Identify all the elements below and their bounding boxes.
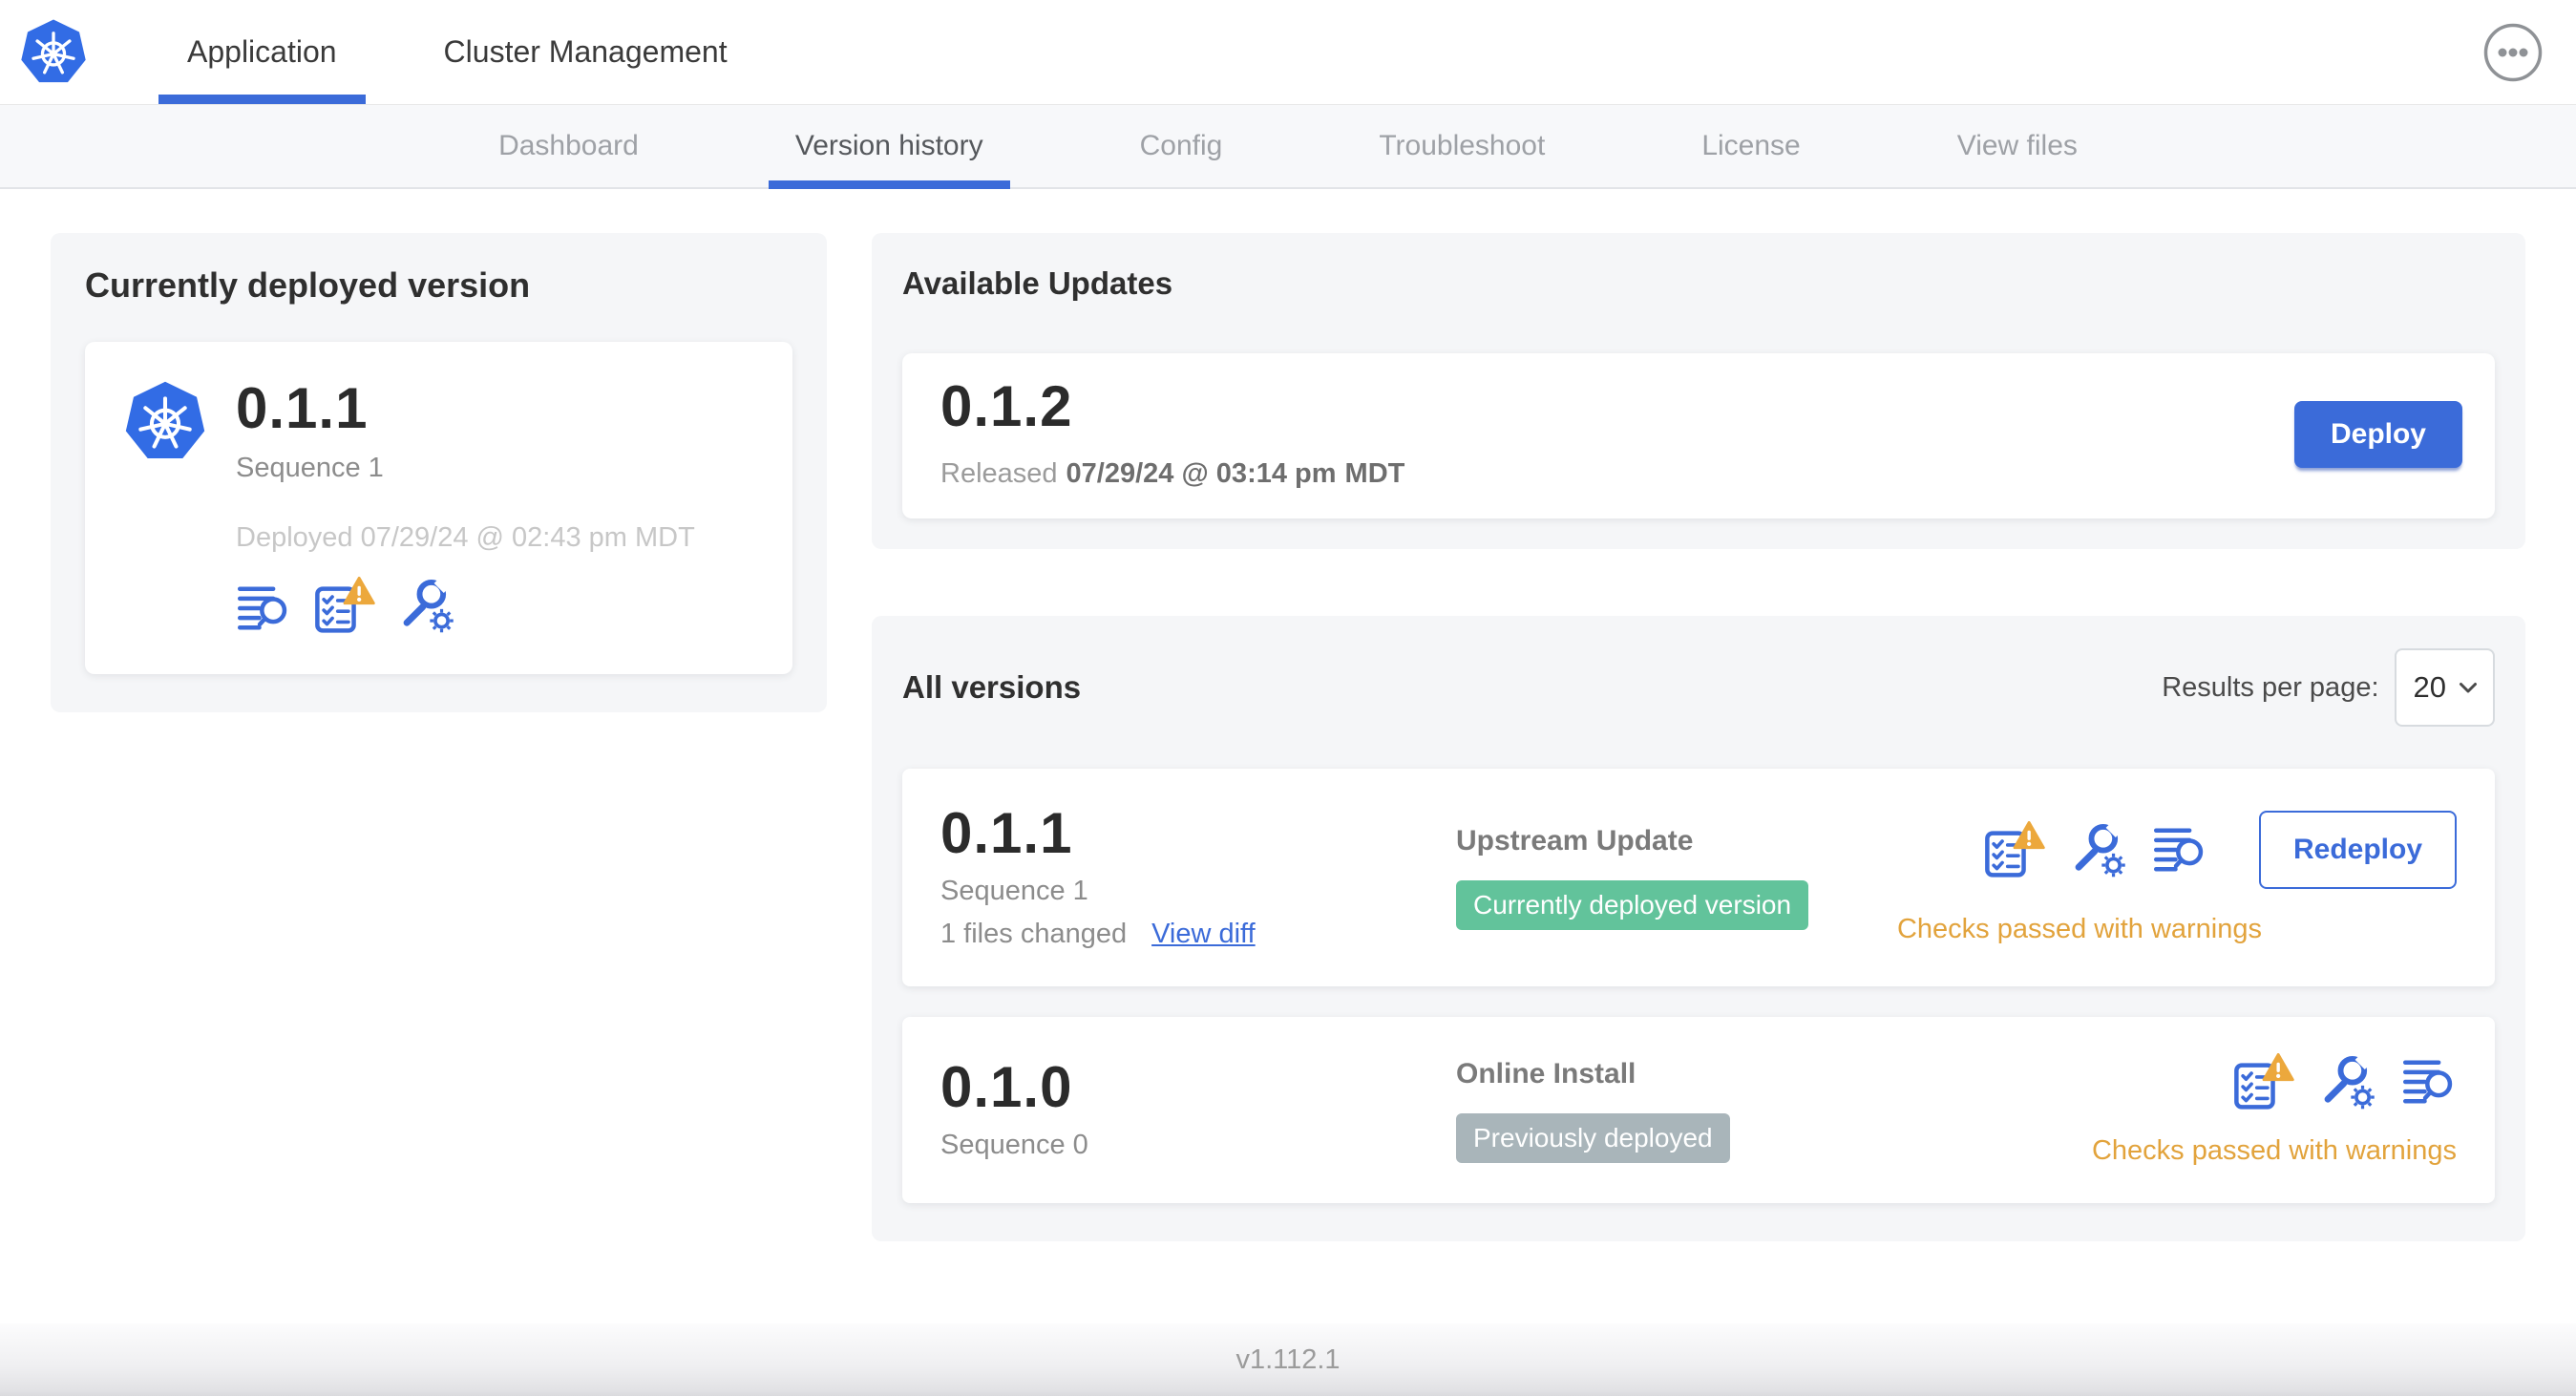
section-nav: Dashboard Version history Config Trouble… xyxy=(0,105,2576,189)
update-row: 0.1.2 Released 07/29/24 @ 03:14 pm MDT D… xyxy=(902,353,2495,518)
console-version: v1.112.1 xyxy=(1235,1343,1341,1375)
all-versions-header: All versions Results per page: 20 xyxy=(902,648,2495,727)
version-number: 0.1.0 xyxy=(940,1055,1073,1119)
source-label: Online Install xyxy=(1456,1057,1636,1089)
currently-deployed-card: Currently deployed version 0.1.1 Sequenc… xyxy=(51,233,827,712)
version-row-0-1-1: 0.1.1 Sequence 1 1 files changed View di… xyxy=(902,769,2495,986)
current-version-sequence: Sequence 1 xyxy=(236,453,384,483)
version-info: 0.1.0 Sequence 0 xyxy=(940,1059,1456,1161)
available-updates-card: Available Updates 0.1.2 Released 07/29/2… xyxy=(872,233,2525,549)
logs-icon[interactable] xyxy=(2152,824,2207,876)
wrench-gear-icon[interactable] xyxy=(2070,821,2127,878)
version-actions: Checks passed with warnings xyxy=(2092,1053,2457,1167)
current-version-card: 0.1.1 Sequence 1 Deployed 07/29/24 @ 02:… xyxy=(85,342,792,674)
deployed-status-badge: Previously deployed xyxy=(1456,1112,1730,1163)
version-sequence: Sequence 0 xyxy=(940,1130,1088,1160)
version-actions: Redeploy Checks passed with warnings xyxy=(1896,810,2457,945)
tab-license[interactable]: License xyxy=(1675,105,1826,187)
version-sequence: Sequence 1 xyxy=(940,876,1088,906)
chevron-down-icon xyxy=(2460,682,2477,692)
all-versions-card: All versions Results per page: 20 0.1.1 … xyxy=(872,616,2525,1241)
update-released-timestamp: Released 07/29/24 @ 03:14 pm MDT xyxy=(940,458,1405,489)
version-action-icons: Redeploy xyxy=(1984,810,2457,889)
checks-status-text: Checks passed with warnings xyxy=(1896,913,2262,944)
preflight-checks-warning-icon[interactable] xyxy=(1984,821,2045,878)
preflight-checks-warning-icon[interactable] xyxy=(314,577,375,634)
main-content: Currently deployed version 0.1.1 Sequenc… xyxy=(0,189,2576,1241)
admin-console-window: Application Cluster Management Dashboard… xyxy=(0,0,2576,1396)
version-row-0-1-0: 0.1.0 Sequence 0 Online Install Previous… xyxy=(902,1017,2495,1203)
tab-view-files[interactable]: View files xyxy=(1931,105,2104,187)
version-source: Upstream Update Currently deployed versi… xyxy=(1456,825,1897,930)
results-per-page-label: Results per page: xyxy=(2162,671,2379,703)
checks-status-text: Checks passed with warnings xyxy=(2091,1135,2457,1166)
tab-config[interactable]: Config xyxy=(1113,105,1250,187)
source-label: Upstream Update xyxy=(1456,825,1694,857)
current-version-details: 0.1.1 Sequence 1 Deployed 07/29/24 @ 02:… xyxy=(236,380,695,634)
tab-version-history[interactable]: Version history xyxy=(768,105,1010,189)
results-per-page-value: 20 xyxy=(2413,670,2446,704)
view-diff-link[interactable]: View diff xyxy=(1151,919,1256,950)
results-per-page-select[interactable]: 20 xyxy=(2394,648,2495,727)
right-column: Available Updates 0.1.2 Released 07/29/2… xyxy=(872,233,2525,1241)
version-action-icons xyxy=(2233,1053,2457,1110)
version-number: 0.1.1 xyxy=(940,801,1073,865)
update-version-number: 0.1.2 xyxy=(940,374,1073,438)
files-changed-count: 1 files changed xyxy=(940,919,1128,949)
kubernetes-logo xyxy=(19,17,88,87)
deployed-status-badge: Currently deployed version xyxy=(1456,880,1809,930)
tab-dashboard[interactable]: Dashboard xyxy=(472,105,665,187)
logs-icon[interactable] xyxy=(2401,1056,2457,1108)
current-version-number: 0.1.1 xyxy=(236,376,369,440)
results-per-page: Results per page: 20 xyxy=(2162,648,2495,727)
tab-application[interactable]: Application xyxy=(134,0,391,104)
version-source: Online Install Previously deployed xyxy=(1456,1058,2092,1163)
update-details: 0.1.2 Released 07/29/24 @ 03:14 pm MDT xyxy=(940,378,1404,490)
current-version-actions xyxy=(236,577,695,634)
footer: v1.112.1 xyxy=(0,1323,2576,1396)
header-spacer xyxy=(781,0,2482,104)
tab-cluster-management[interactable]: Cluster Management xyxy=(391,0,781,104)
ellipsis-icon[interactable] xyxy=(2482,22,2544,83)
deploy-button[interactable]: Deploy xyxy=(2293,400,2462,468)
wrench-gear-icon[interactable] xyxy=(2319,1053,2376,1110)
preflight-checks-warning-icon[interactable] xyxy=(2233,1053,2294,1110)
kubernetes-logo xyxy=(123,380,207,464)
available-updates-title: Available Updates xyxy=(902,265,1173,301)
tab-troubleshoot[interactable]: Troubleshoot xyxy=(1352,105,1572,187)
redeploy-button[interactable]: Redeploy xyxy=(2258,810,2457,889)
current-version-deployed-timestamp: Deployed 07/29/24 @ 02:43 pm MDT xyxy=(236,522,695,553)
version-info: 0.1.1 Sequence 1 1 files changed View di… xyxy=(940,805,1456,950)
wrench-gear-icon[interactable] xyxy=(398,577,455,634)
currently-deployed-title: Currently deployed version xyxy=(85,265,531,305)
files-changed-line: 1 files changed View diff xyxy=(940,919,1456,950)
app-nav: Application Cluster Management xyxy=(134,0,781,104)
all-versions-title: All versions xyxy=(902,669,1082,705)
logs-icon[interactable] xyxy=(236,582,291,634)
top-header: Application Cluster Management xyxy=(0,0,2576,105)
